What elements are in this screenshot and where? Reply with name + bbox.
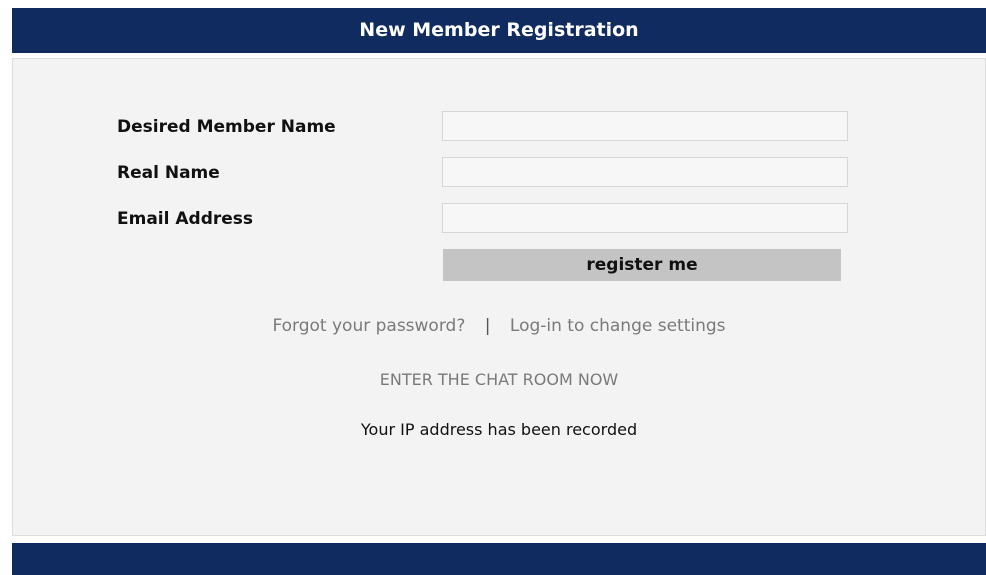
real-name-input[interactable] bbox=[442, 157, 848, 187]
real-name-label: Real Name bbox=[117, 163, 220, 183]
chat-room-row: ENTER THE CHAT ROOM NOW bbox=[13, 370, 985, 389]
page-header: New Member Registration bbox=[12, 8, 986, 53]
page-title: New Member Registration bbox=[359, 19, 639, 41]
email-address-label: Email Address bbox=[117, 209, 254, 229]
ip-recorded-notice: Your IP address has been recorded bbox=[360, 420, 638, 439]
desired-member-name-input[interactable] bbox=[442, 111, 848, 141]
links-separator: | bbox=[484, 316, 491, 336]
email-address-input[interactable] bbox=[442, 203, 848, 233]
register-button[interactable]: register me bbox=[443, 249, 841, 281]
footer-bar bbox=[12, 543, 986, 575]
desired-member-name-label: Desired Member Name bbox=[117, 117, 336, 137]
login-change-settings-link[interactable]: Log-in to change settings bbox=[510, 316, 726, 336]
forgot-password-link[interactable]: Forgot your password? bbox=[272, 316, 465, 336]
account-links: Forgot your password? | Log-in to change… bbox=[13, 316, 985, 336]
registration-panel: Desired Member Name Real Name Email Addr… bbox=[12, 58, 986, 536]
enter-chat-room-link[interactable]: ENTER THE CHAT ROOM NOW bbox=[380, 370, 619, 389]
